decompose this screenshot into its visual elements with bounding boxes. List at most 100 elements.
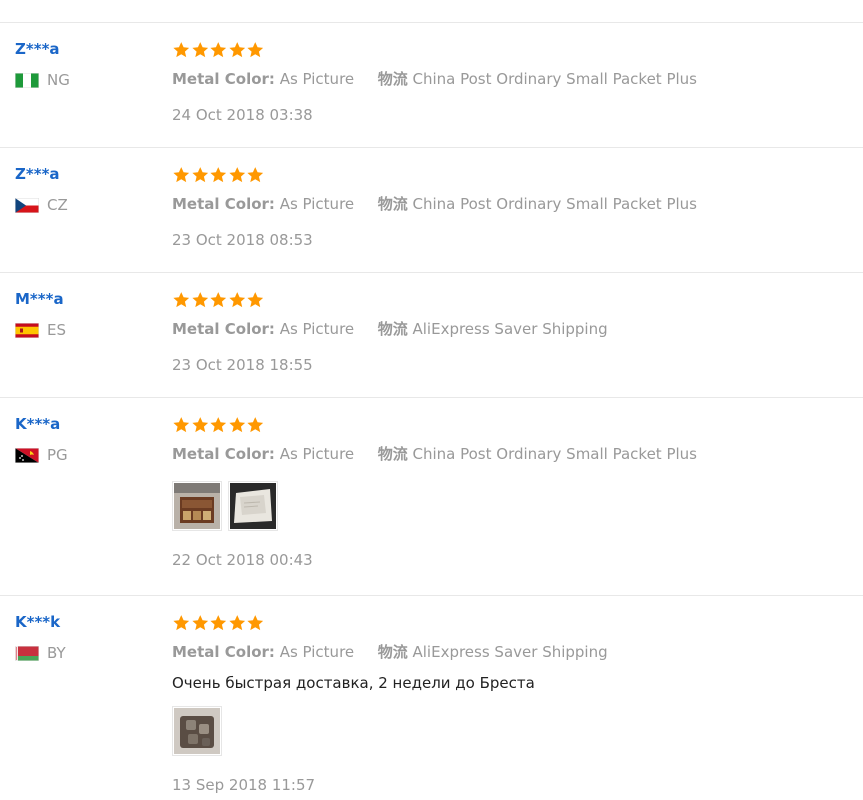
star-icon	[228, 417, 245, 433]
review-photos	[172, 481, 853, 531]
star-icon	[210, 417, 227, 433]
reviewer-info: K***k BY	[14, 612, 155, 662]
star-icon	[191, 417, 208, 433]
review-photos	[172, 706, 853, 756]
star-icon	[228, 615, 245, 631]
review-date: 24 Oct 2018 03:38	[172, 106, 313, 124]
shipping-method: China Post Ordinary Small Packet Plus	[412, 445, 697, 463]
metal-color-label: Metal Color:	[172, 195, 275, 213]
logistics-label: 物流	[377, 195, 408, 213]
country-code: PG	[47, 446, 68, 464]
star-icon	[247, 417, 264, 433]
photo-item-in-hand	[174, 708, 220, 754]
star-icon	[210, 292, 227, 308]
star-icon	[228, 42, 245, 58]
country-code: CZ	[47, 196, 68, 214]
reviewer-country: ES	[14, 321, 155, 339]
star-icon	[173, 167, 190, 183]
logistics-label: 物流	[377, 320, 408, 338]
star-icon	[228, 292, 245, 308]
star-icon	[191, 292, 208, 308]
star-rating	[172, 614, 853, 634]
star-rating	[172, 416, 853, 436]
review-content: Metal Color: As Picture 物流 AliExpress Sa…	[172, 291, 853, 375]
metal-color-label: Metal Color:	[172, 320, 275, 338]
star-icon	[191, 615, 208, 631]
star-rating	[172, 291, 853, 311]
review-attributes: Metal Color: As Picture 物流 China Post Or…	[172, 69, 853, 89]
photo-wooden-box	[174, 483, 220, 529]
metal-color-value: As Picture	[279, 70, 355, 88]
review-attributes: Metal Color: As Picture 物流 China Post Or…	[172, 194, 853, 214]
reviewer-name-link[interactable]: Z***a	[15, 39, 155, 59]
star-icon	[210, 167, 227, 183]
review-feed: Z***a NG Metal Color: As Picture 物流 Chin…	[0, 0, 863, 800]
star-icon	[173, 292, 190, 308]
star-icon	[191, 167, 208, 183]
shipping-method: China Post Ordinary Small Packet Plus	[412, 195, 697, 213]
review-photo-thumbnail[interactable]	[228, 481, 278, 531]
reviewer-country: NG	[14, 71, 155, 89]
reviewer-country: PG	[14, 446, 155, 464]
review-content: Metal Color: As Picture 物流 China Post Or…	[172, 41, 853, 125]
country-code: ES	[47, 321, 66, 339]
review-date: 13 Sep 2018 11:57	[172, 776, 316, 794]
reviewer-info: Z***a CZ	[14, 164, 155, 214]
reviewer-country: CZ	[14, 196, 155, 214]
country-code: BY	[47, 644, 66, 662]
star-icon	[210, 615, 227, 631]
star-rating	[172, 166, 853, 186]
reviewer-info: Z***a NG	[14, 39, 155, 89]
logistics-label: 物流	[377, 643, 408, 661]
review-item: Z***a CZ Metal Color: As Picture 物流 Chin…	[0, 147, 863, 273]
review-attributes: Metal Color: As Picture 物流 AliExpress Sa…	[172, 319, 853, 339]
star-icon	[173, 417, 190, 433]
metal-color-label: Metal Color:	[172, 643, 275, 661]
metal-color-value: As Picture	[279, 445, 355, 463]
reviewer-info: M***a ES	[14, 289, 155, 339]
star-rating	[172, 41, 853, 61]
reviewer-name-link[interactable]: K***a	[15, 414, 155, 434]
reviewer-name-link[interactable]: Z***a	[15, 164, 155, 184]
review-attributes: Metal Color: As Picture 物流 China Post Or…	[172, 444, 853, 464]
review-photo-thumbnail[interactable]	[172, 706, 222, 756]
shipping-method: China Post Ordinary Small Packet Plus	[412, 70, 697, 88]
flag-cz-icon	[14, 197, 40, 213]
reviewer-country: BY	[14, 644, 155, 662]
review-item: K***k BY Metal Color: As Picture 物流 AliE…	[0, 595, 863, 800]
metal-color-label: Metal Color:	[172, 70, 275, 88]
star-icon	[247, 167, 264, 183]
photo-white-packet	[230, 483, 276, 529]
flag-by-icon	[14, 645, 40, 661]
country-code: NG	[47, 71, 70, 89]
review-date: 23 Oct 2018 08:53	[172, 231, 313, 249]
star-icon	[210, 42, 227, 58]
star-icon	[228, 167, 245, 183]
star-icon	[173, 615, 190, 631]
reviewer-name-link[interactable]: M***a	[15, 289, 155, 309]
star-icon	[173, 42, 190, 58]
logistics-label: 物流	[377, 445, 408, 463]
review-content: Metal Color: As Picture 物流 China Post Or…	[172, 166, 853, 250]
star-icon	[247, 42, 264, 58]
metal-color-value: As Picture	[279, 320, 355, 338]
metal-color-value: As Picture	[279, 643, 355, 661]
shipping-method: AliExpress Saver Shipping	[412, 320, 608, 338]
review-item: M***a ES Metal Color: As Picture 物流 AliE…	[0, 272, 863, 398]
star-icon	[247, 292, 264, 308]
review-photo-thumbnail[interactable]	[172, 481, 222, 531]
metal-color-value: As Picture	[279, 195, 355, 213]
shipping-method: AliExpress Saver Shipping	[412, 643, 608, 661]
reviewer-name-link[interactable]: K***k	[15, 612, 155, 632]
flag-pg-icon	[14, 447, 40, 463]
star-icon	[191, 42, 208, 58]
flag-ng-icon	[14, 72, 40, 88]
review-item: Z***a NG Metal Color: As Picture 物流 Chin…	[0, 22, 863, 148]
review-content: Metal Color: As Picture 物流 AliExpress Sa…	[172, 614, 853, 795]
review-date: 23 Oct 2018 18:55	[172, 356, 313, 374]
flag-es-icon	[14, 322, 40, 338]
review-comment: Очень быстрая доставка, 2 недели до Брес…	[172, 674, 535, 692]
star-icon	[247, 615, 264, 631]
review-date: 22 Oct 2018 00:43	[172, 551, 313, 569]
review-item: K***a PG Metal Color: As Picture 物流 Chin…	[0, 397, 863, 596]
